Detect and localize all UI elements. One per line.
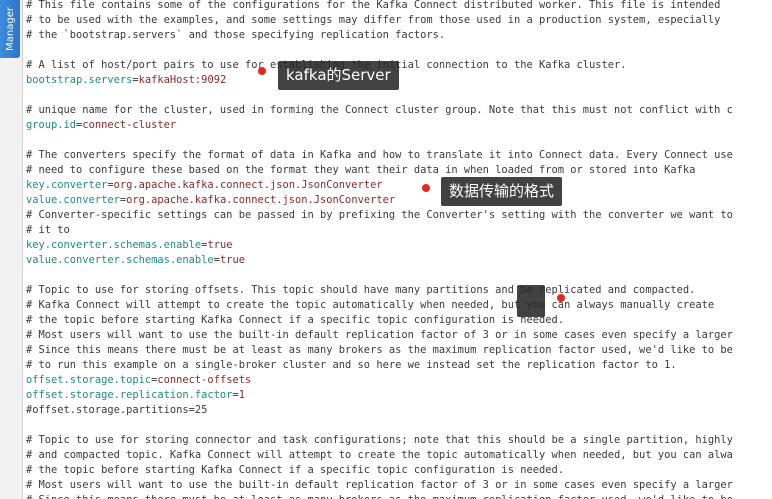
annotation-marker	[422, 184, 430, 192]
config-key: key.converter.schemas.enable	[26, 239, 202, 251]
config-line: bootstrap.servers=kafkaHost:9092	[26, 74, 227, 86]
config-value: true	[219, 254, 245, 266]
code-editor[interactable]: # This file contains some of the configu…	[26, 0, 772, 499]
config-key: key.converter	[26, 179, 108, 191]
config-value: kafkaHost:9092	[138, 74, 227, 86]
comment-line: # Most users will want to use the built-…	[26, 329, 733, 341]
comment-line: # and compacted topic. Kafka Connect wil…	[26, 449, 733, 461]
comment-line: # The converters specify the format of d…	[26, 149, 733, 161]
annotation-label-server: kafka的Server	[278, 61, 399, 90]
config-value: 1	[238, 389, 245, 401]
config-key: group.id	[26, 119, 77, 131]
comment-line: # the `bootstrap.servers` and those spec…	[26, 29, 446, 41]
config-value: org.apache.kafka.connect.json.JsonConver…	[113, 179, 383, 191]
comment-line: # to run this example on a single-broker…	[26, 359, 677, 371]
config-line: value.converter.schemas.enable=true	[26, 254, 245, 266]
comment-line: # the topic before starting Kafka Connec…	[26, 314, 564, 326]
annotation-marker	[258, 67, 266, 75]
side-panel: Manager	[0, 0, 23, 499]
comment-line: # Most users will want to use the built-…	[26, 479, 733, 491]
manager-tab-label: Manager	[4, 7, 16, 51]
config-line: offset.storage.replication.factor=1	[26, 389, 245, 401]
config-line: group.id=connect-cluster	[26, 119, 177, 131]
comment-line: # the topic before starting Kafka Connec…	[26, 464, 564, 476]
comment-line: # Converter-specific settings can be pas…	[26, 209, 733, 221]
comment-line: # Topic to use for storing offsets. This…	[26, 284, 696, 296]
config-value: org.apache.kafka.connect.json.JsonConver…	[126, 194, 396, 206]
config-value: connect-offsets	[157, 374, 252, 386]
config-key: offset.storage.topic	[26, 374, 152, 386]
comment-line: # Topic to use for storing connector and…	[26, 434, 733, 446]
config-key: value.converter.schemas.enable	[26, 254, 214, 266]
comment-line: # it to	[26, 224, 70, 236]
comment-line: # This file contains some of the configu…	[26, 0, 721, 11]
config-value: true	[207, 239, 233, 251]
config-line: offset.storage.topic=connect-offsets	[26, 374, 252, 386]
config-value: connect-cluster	[82, 119, 177, 131]
comment-line: # Kafka Connect will attempt to create t…	[26, 299, 715, 311]
annotation-marker	[557, 294, 565, 302]
config-key: value.converter	[26, 194, 120, 206]
config-line: key.converter=org.apache.kafka.connect.j…	[26, 179, 383, 191]
manager-tab[interactable]: Manager	[0, 0, 20, 58]
comment-line: #offset.storage.partitions=25	[26, 404, 208, 416]
comment-line: # Since this means there must be at leas…	[26, 493, 733, 499]
config-key: offset.storage.replication.factor	[26, 389, 233, 401]
annotation-label-format: 数据传输的格式	[441, 177, 563, 206]
comment-line: # need to configure these based on the f…	[26, 164, 696, 176]
comment-line: # unique name for the cluster, used in f…	[26, 104, 733, 116]
comment-line: # to be used with the examples, and some…	[26, 14, 721, 26]
config-line: value.converter=org.apache.kafka.connect…	[26, 194, 396, 206]
comment-line: # Since this means there must be at leas…	[26, 344, 733, 356]
config-key: bootstrap.servers	[26, 74, 133, 86]
annotation-label-empty	[517, 285, 545, 317]
config-line: key.converter.schemas.enable=true	[26, 239, 233, 251]
